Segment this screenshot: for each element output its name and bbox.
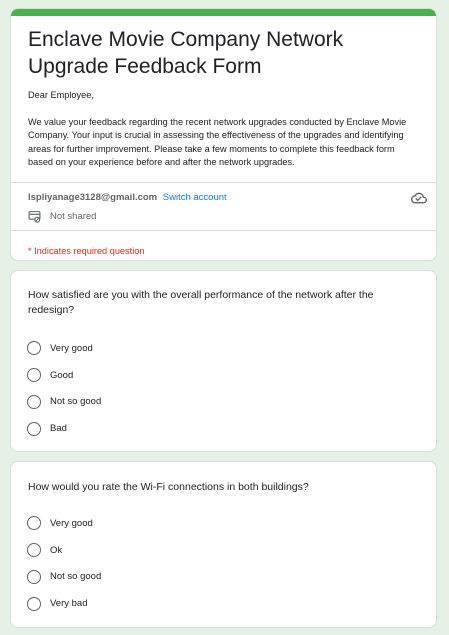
account-email: lspliyanage3128@gmail.com (28, 192, 158, 203)
shared-status-label: Not shared (50, 211, 97, 222)
shared-status-row: Not shared (28, 210, 96, 223)
option-label: Bad (50, 423, 67, 435)
option-label: Very good (50, 517, 93, 529)
divider (11, 230, 436, 231)
form-greeting: Dear Employee, (28, 90, 94, 100)
divider (11, 182, 436, 183)
radio-option[interactable]: Not so good (27, 564, 101, 591)
radio-group: Very good Good Not so good Bad (27, 335, 101, 442)
radio-option[interactable]: Bad (27, 415, 101, 442)
question-card: How satisfied are you with the overall p… (10, 270, 437, 452)
form-accent-bar (11, 9, 436, 16)
radio-option[interactable]: Good (27, 362, 101, 389)
cloud-done-icon (411, 192, 427, 204)
question-text: How satisfied are you with the overall p… (28, 289, 374, 316)
question-text: How would you rate the Wi-Fi connections… (28, 481, 309, 493)
radio-unchecked-icon[interactable] (27, 368, 41, 383)
form-description: Dear Employee, We value your feedback re… (28, 89, 420, 170)
radio-unchecked-icon[interactable] (27, 596, 41, 611)
radio-unchecked-icon[interactable] (27, 543, 41, 558)
switch-account-link[interactable]: Switch account (163, 192, 227, 203)
option-label: Very good (50, 342, 93, 354)
radio-unchecked-icon[interactable] (27, 421, 41, 436)
question-card: How would you rate the Wi-Fi connections… (10, 461, 437, 628)
radio-unchecked-icon[interactable] (27, 569, 41, 584)
form-description-text: We value your feedback regarding the rec… (28, 116, 407, 168)
option-label: Very bad (50, 598, 88, 610)
form-header-card: Enclave Movie Company Network Upgrade Fe… (10, 8, 437, 261)
radio-option[interactable]: Very good (27, 335, 101, 362)
option-label: Good (50, 369, 74, 381)
radio-group: Very good Ok Not so good Very bad (27, 510, 101, 617)
radio-option[interactable]: Very bad (27, 590, 101, 617)
option-label: Not so good (50, 571, 102, 583)
radio-option[interactable]: Not so good (27, 389, 101, 416)
required-note: * Indicates required question (28, 246, 145, 256)
option-label: Ok (50, 544, 63, 556)
radio-unchecked-icon[interactable] (27, 516, 41, 531)
form-title: Enclave Movie Company Network Upgrade Fe… (28, 28, 344, 78)
radio-unchecked-icon[interactable] (27, 341, 41, 356)
account-row: lspliyanage3128@gmail.com Switch account (28, 192, 227, 204)
option-label: Not so good (50, 396, 102, 408)
not-shared-icon (28, 211, 41, 223)
radio-option[interactable]: Ok (27, 537, 101, 564)
radio-unchecked-icon[interactable] (27, 394, 41, 409)
radio-option[interactable]: Very good (27, 510, 101, 537)
